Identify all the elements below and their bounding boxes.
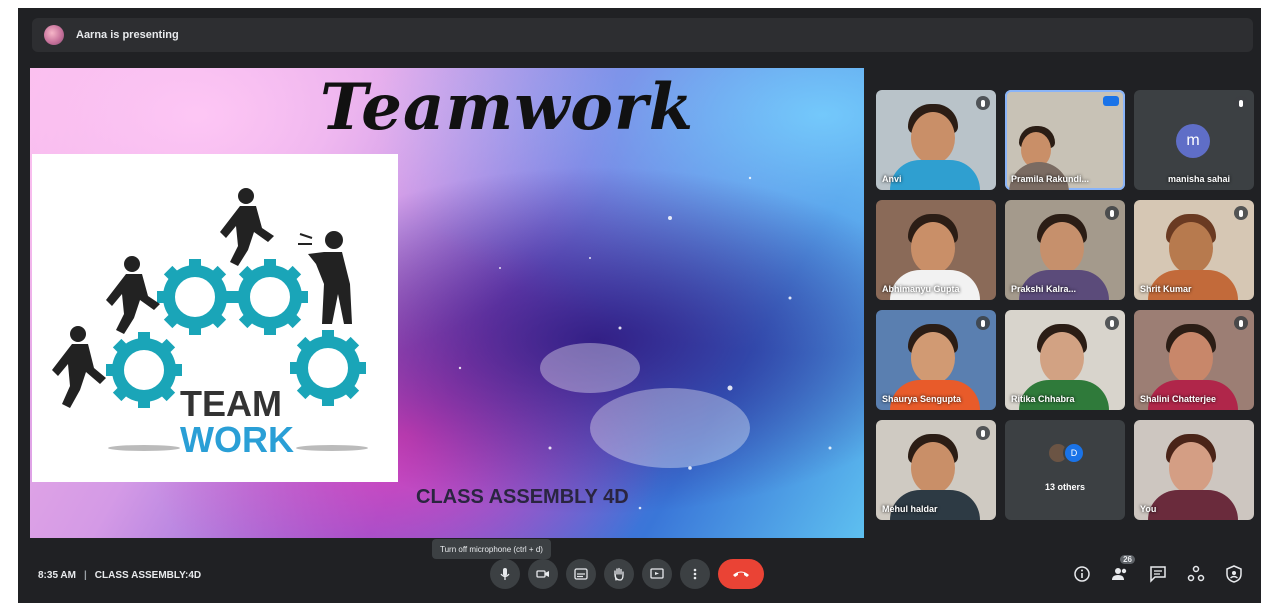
others-count-label: 13 others [1044,482,1086,492]
muted-mic-icon [1105,206,1119,220]
activities-button[interactable] [1185,563,1207,585]
present-screen-icon [650,568,664,579]
meeting-name: CLASS ASSEMBLY:4D [94,570,202,581]
host-controls-button[interactable] [1223,563,1245,585]
muted-mic-icon [1234,316,1248,330]
muted-mic-icon [976,96,990,110]
participant-tile[interactable]: Shaurya Sengupta [876,310,996,410]
meeting-details-button[interactable] [1071,563,1093,585]
meet-window: Aarna is presenting Teamwork TEAM WORK C… [18,8,1261,603]
participant-name: Anvi [882,174,902,184]
participant-name: Ritika Chhabra [1011,394,1075,404]
participant-tile[interactable]: Pramila Rakundi... [1005,90,1125,190]
participant-name: Shalini Chatterjee [1140,394,1217,404]
avatar: m [1176,124,1210,158]
participant-name: Shrit Kumar [1140,284,1192,294]
chat-button[interactable] [1147,563,1169,585]
more-options-button[interactable] [680,559,710,589]
participant-name: Pramila Rakundi... [1011,174,1090,184]
activities-icon [1187,565,1205,582]
info-icon [1074,566,1090,582]
captions-icon [574,568,588,580]
people-button[interactable]: 26 [1109,555,1135,585]
raise-hand-icon [614,567,624,581]
call-controls [490,559,764,589]
teamwork-image: TEAM WORK [32,154,398,482]
participant-name: You [1140,504,1157,514]
hang-up-button[interactable] [718,559,764,589]
meeting-info: 8:35 AM | CLASS ASSEMBLY:4D [38,570,202,581]
avatar: D [1063,442,1085,464]
logo-team-text: TEAM [180,383,282,424]
participant-name: Prakshi Kalra... [1011,284,1077,294]
more-options-icon [693,568,697,580]
captions-button[interactable] [566,559,596,589]
participant-tile[interactable]: Prakshi Kalra... [1005,200,1125,300]
participant-tile[interactable]: Abhimanyu Gupta [876,200,996,300]
camera-button[interactable] [528,559,558,589]
host-controls-icon [1226,565,1242,583]
participant-name: Abhimanyu Gupta [882,284,960,294]
others-avatars: D [1047,442,1085,464]
participant-tile[interactable]: Mehul haldar [876,420,996,520]
participant-tile[interactable]: Shalini Chatterjee [1134,310,1254,410]
people-icon [1112,568,1127,580]
participant-tile[interactable]: Anvi [876,90,996,190]
presentation-slide[interactable]: Teamwork TEAM WORK CLASS ASSEMBLY 4D [30,68,864,538]
muted-mic-icon [1234,206,1248,220]
participant-name: Mehul haldar [882,504,938,514]
slide-title: Teamwork [320,70,695,145]
participant-tile-self[interactable]: You [1134,420,1254,520]
logo-work-text: WORK [180,419,294,460]
slide-caption: CLASS ASSEMBLY 4D [416,486,629,508]
presenter-bar: Aarna is presenting [32,18,1253,52]
participant-name: manisha sahai [1168,174,1231,184]
clock-time: 8:35 AM [38,570,76,581]
muted-mic-icon [976,316,990,330]
present-screen-button[interactable] [642,559,672,589]
presenter-label: Aarna is presenting [76,29,179,41]
bottom-toolbar: 8:35 AM | CLASS ASSEMBLY:4D Turn off micro… [18,539,1261,603]
participant-tile[interactable]: Ritika Chhabra [1005,310,1125,410]
participant-tile[interactable]: Shrit Kumar [1134,200,1254,300]
camera-icon [536,570,549,578]
microphone-icon [500,568,510,580]
speaking-indicator-icon [1103,96,1119,106]
presenter-avatar [44,25,64,45]
participant-tile[interactable]: m manisha sahai [1134,90,1254,190]
teamwork-gears-illustration: TEAM WORK [52,188,398,460]
muted-mic-icon [1105,316,1119,330]
microphone-button[interactable] [490,559,520,589]
chat-icon [1150,566,1166,583]
hang-up-icon [733,571,749,577]
participant-name: Shaurya Sengupta [882,394,962,404]
participant-count-badge: 26 [1120,555,1135,564]
muted-mic-icon [976,426,990,440]
muted-mic-icon [1234,96,1248,110]
mic-tooltip: Turn off microphone (ctrl + d) [432,539,551,559]
raise-hand-button[interactable] [604,559,634,589]
participant-tile-others[interactable]: D 13 others [1005,420,1125,520]
side-panel-buttons: 26 [1071,555,1245,585]
